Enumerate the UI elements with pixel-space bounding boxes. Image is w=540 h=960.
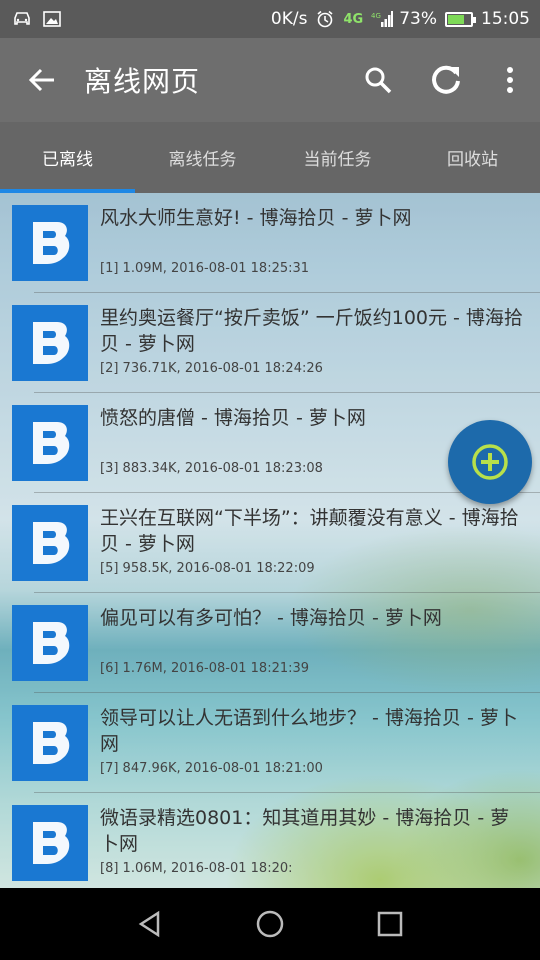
image-icon xyxy=(42,10,62,28)
more-vert-icon xyxy=(507,67,513,93)
network-type-label: 4G xyxy=(343,11,364,27)
signal-icon: 4G xyxy=(371,10,394,28)
add-button[interactable] xyxy=(448,420,532,504)
arrow-left-icon xyxy=(28,68,54,92)
clock: 15:05 xyxy=(481,9,530,29)
list-item[interactable]: 风水大师生意好! - 博海拾贝 - 萝卜网 [1] 1.09M, 2016-08-… xyxy=(0,193,540,293)
item-title: 愤怒的唐僧 - 博海拾贝 - 萝卜网 xyxy=(100,407,366,429)
item-title: 王兴在互联网“下半场”：讲颠覆没有意义 - 博海拾贝 - 萝卜网 xyxy=(100,507,519,555)
refresh-button[interactable] xyxy=(412,38,480,122)
search-button[interactable] xyxy=(344,38,412,122)
battery-icon xyxy=(445,11,476,27)
item-meta: [7] 847.96K, 2016-08-01 18:21:00 xyxy=(100,761,323,776)
tab-recycle-bin[interactable]: 回收站 xyxy=(405,122,540,193)
system-nav-bar xyxy=(0,888,540,960)
triangle-back-icon xyxy=(138,910,160,938)
item-title: 风水大师生意好! - 博海拾贝 - 萝卜网 xyxy=(100,207,412,229)
tab-bar: 已离线 离线任务 当前任务 回收站 xyxy=(0,122,540,193)
nav-home-button[interactable] xyxy=(240,894,300,954)
app-bar: 离线网页 xyxy=(0,38,540,122)
refresh-icon xyxy=(432,65,460,94)
item-title: 里约奥运餐厅“按斤卖饭” 一斤饭约100元 - 博海拾贝 - 萝卜网 xyxy=(100,307,523,355)
svg-text:4G: 4G xyxy=(371,12,381,20)
page-thumbnail-icon xyxy=(12,705,88,781)
page-thumbnail-icon xyxy=(12,605,88,681)
list-item[interactable]: 里约奥运餐厅“按斤卖饭” 一斤饭约100元 - 博海拾贝 - 萝卜网 [2] 73… xyxy=(0,293,540,393)
page-thumbnail-icon xyxy=(12,805,88,881)
item-title: 偏见可以有多可怕？ - 博海拾贝 - 萝卜网 xyxy=(100,607,442,629)
item-meta: [1] 1.09M, 2016-08-01 18:25:31 xyxy=(100,261,310,276)
item-meta: [5] 958.5K, 2016-08-01 18:22:09 xyxy=(100,561,315,576)
page-thumbnail-icon xyxy=(12,205,88,281)
list-item[interactable]: 领导可以让人无语到什么地步？ - 博海拾贝 - 萝卜网 [7] 847.96K, … xyxy=(0,693,540,793)
car-icon xyxy=(12,10,32,28)
nav-back-button[interactable] xyxy=(120,894,180,954)
add-circle-icon xyxy=(472,444,508,480)
offline-page-list: 风水大师生意好! - 博海拾贝 - 萝卜网 [1] 1.09M, 2016-08-… xyxy=(0,193,540,888)
status-right: 0K/s 4G 4G 73% 15:05 xyxy=(271,9,530,29)
list-item[interactable]: 偏见可以有多可怕？ - 博海拾贝 - 萝卜网 [6] 1.76M, 2016-08… xyxy=(0,593,540,693)
battery-fill xyxy=(448,14,464,24)
tab-offline-tasks[interactable]: 离线任务 xyxy=(135,122,270,193)
item-meta: [6] 1.76M, 2016-08-01 18:21:39 xyxy=(100,661,310,676)
battery-percent: 73% xyxy=(399,9,437,29)
page-title: 离线网页 xyxy=(84,65,201,98)
tab-current-tasks[interactable]: 当前任务 xyxy=(270,122,405,193)
more-options-button[interactable] xyxy=(480,38,540,122)
item-title: 领导可以让人无语到什么地步？ - 博海拾贝 - 萝卜网 xyxy=(100,707,518,755)
list-item[interactable]: 微语录精选0801：知其道用其妙 - 博海拾贝 - 萝卜网 [8] 1.06M, … xyxy=(0,793,540,888)
nav-recents-button[interactable] xyxy=(360,894,420,954)
item-meta: [3] 883.34K, 2016-08-01 18:23:08 xyxy=(100,461,323,476)
item-title: 微语录精选0801：知其道用其妙 - 博海拾贝 - 萝卜网 xyxy=(100,807,510,855)
alarm-icon xyxy=(315,10,335,28)
search-icon xyxy=(365,67,392,94)
page-thumbnail-icon xyxy=(12,405,88,481)
network-speed: 0K/s xyxy=(270,9,308,29)
page-thumbnail-icon xyxy=(12,505,88,581)
item-meta: [2] 736.71K, 2016-08-01 18:24:26 xyxy=(100,361,323,376)
status-bar: 0K/s 4G 4G 73% 15:05 xyxy=(0,0,540,38)
page-thumbnail-icon xyxy=(12,305,88,381)
circle-home-icon xyxy=(256,910,284,938)
back-button[interactable] xyxy=(0,38,84,122)
status-left xyxy=(12,10,62,28)
tab-offline[interactable]: 已离线 xyxy=(0,122,135,193)
square-recents-icon xyxy=(377,911,403,937)
list-item[interactable]: 王兴在互联网“下半场”：讲颠覆没有意义 - 博海拾贝 - 萝卜网 [5] 958.… xyxy=(0,493,540,593)
item-meta: [8] 1.06M, 2016-08-01 18:20: xyxy=(100,861,293,876)
